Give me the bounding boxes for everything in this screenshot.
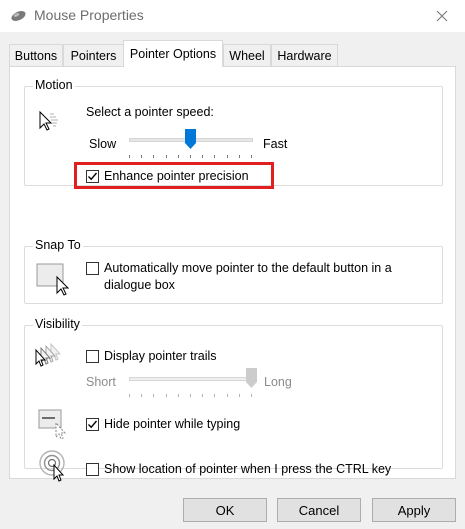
- long-label: Long: [264, 375, 292, 389]
- show-location-icon: [39, 450, 65, 482]
- slider-tick: [190, 394, 191, 397]
- tab-label: Wheel: [229, 48, 265, 63]
- slider-tick: [202, 155, 204, 158]
- slider-tick: [141, 155, 143, 158]
- hide-pointer-label[interactable]: Hide pointer while typing: [104, 417, 240, 431]
- slow-label: Slow: [89, 137, 117, 151]
- motion-group: Motion Select a pointer speed: Slow Fast…: [24, 78, 443, 189]
- pointer-trails-label[interactable]: Display pointer trails: [104, 349, 217, 363]
- speed-label: Select a pointer speed:: [86, 105, 214, 119]
- snap-to-icon: [36, 263, 70, 296]
- slider-tick: [214, 394, 216, 397]
- cancel-button-label: Cancel: [298, 502, 340, 518]
- checkmark-icon: [88, 420, 98, 429]
- slider-tick: [129, 155, 130, 158]
- slider-tick: [202, 394, 204, 397]
- precision-label[interactable]: Enhance pointer precision: [104, 169, 249, 183]
- show-location-label[interactable]: Show location of pointer when I press th…: [104, 462, 391, 476]
- slider-tick: [177, 155, 179, 158]
- slider-tick: [226, 155, 228, 158]
- slider-tick: [165, 394, 167, 397]
- slider-tick: [251, 394, 252, 397]
- visibility-group-title: Visibility: [33, 317, 82, 331]
- close-icon: [436, 10, 448, 22]
- tab-pointers[interactable]: Pointers: [63, 44, 124, 66]
- slider-tick: [214, 155, 216, 158]
- slider-tick: [165, 155, 167, 158]
- slider-tick: [238, 394, 240, 397]
- show-location-checkbox[interactable]: [86, 463, 99, 476]
- hide-pointer-checkbox[interactable]: [86, 418, 99, 431]
- pointer-trails-icon: [35, 342, 62, 367]
- pointer-options-panel: Motion Select a pointer speed: Slow Fast…: [9, 66, 456, 482]
- slider-tick: [153, 155, 155, 158]
- ok-button[interactable]: OK: [183, 498, 267, 522]
- dialog-body: Buttons Pointers Pointer Options Wheel H…: [0, 32, 465, 529]
- slider-tick: [177, 394, 179, 397]
- tab-pointer-options[interactable]: Pointer Options: [123, 40, 223, 67]
- snap-to-group: Snap To Automatically move pointer to th…: [24, 238, 443, 304]
- snap-to-label-line1[interactable]: Automatically move pointer to the defaul…: [104, 261, 392, 275]
- ok-button-label: OK: [215, 502, 235, 518]
- trail-length-slider-thumb[interactable]: [245, 368, 257, 388]
- window-title: Mouse Properties: [34, 7, 144, 23]
- slider-tick: [129, 394, 130, 397]
- apply-button-label: Apply: [397, 502, 431, 518]
- slider-tick: [251, 155, 252, 158]
- title-bar: Mouse Properties: [0, 0, 465, 32]
- snap-to-checkbox[interactable]: [86, 262, 99, 275]
- slider-tick: [190, 155, 191, 158]
- pointer-speed-icon: [39, 110, 58, 131]
- trail-length-slider-track[interactable]: [129, 377, 253, 381]
- motion-group-title: Motion: [33, 78, 75, 92]
- snap-to-label-line2[interactable]: dialogue box: [104, 278, 175, 292]
- close-button[interactable]: [419, 0, 465, 32]
- slider-tick: [226, 394, 228, 397]
- visibility-group: Visibility Display pointer trails Short …: [24, 317, 443, 482]
- tab-label: Pointers: [70, 48, 117, 63]
- fast-label: Fast: [263, 137, 288, 151]
- snap-to-group-title: Snap To: [33, 238, 83, 252]
- tab-label: Buttons: [14, 48, 58, 63]
- tab-hardware[interactable]: Hardware: [271, 44, 338, 66]
- trail-length-slider-ticks: [129, 394, 253, 398]
- tab-label: Pointer Options: [129, 47, 217, 61]
- short-label: Short: [86, 375, 116, 389]
- speed-slider-ticks: [129, 155, 253, 159]
- tab-wheel[interactable]: Wheel: [223, 44, 271, 66]
- cancel-button[interactable]: Cancel: [277, 498, 361, 522]
- mouse-icon: [11, 11, 26, 21]
- checkmark-icon: [88, 172, 98, 181]
- tab-label: Hardware: [277, 48, 332, 63]
- apply-button[interactable]: Apply: [372, 498, 456, 522]
- slider-tick: [153, 394, 155, 397]
- speed-slider-thumb[interactable]: [184, 129, 196, 149]
- slider-tick: [141, 394, 143, 397]
- hide-pointer-icon: [38, 409, 67, 440]
- slider-tick: [238, 155, 240, 158]
- pointer-trails-checkbox[interactable]: [86, 350, 99, 363]
- precision-checkbox[interactable]: [86, 170, 99, 183]
- tab-buttons[interactable]: Buttons: [9, 44, 63, 66]
